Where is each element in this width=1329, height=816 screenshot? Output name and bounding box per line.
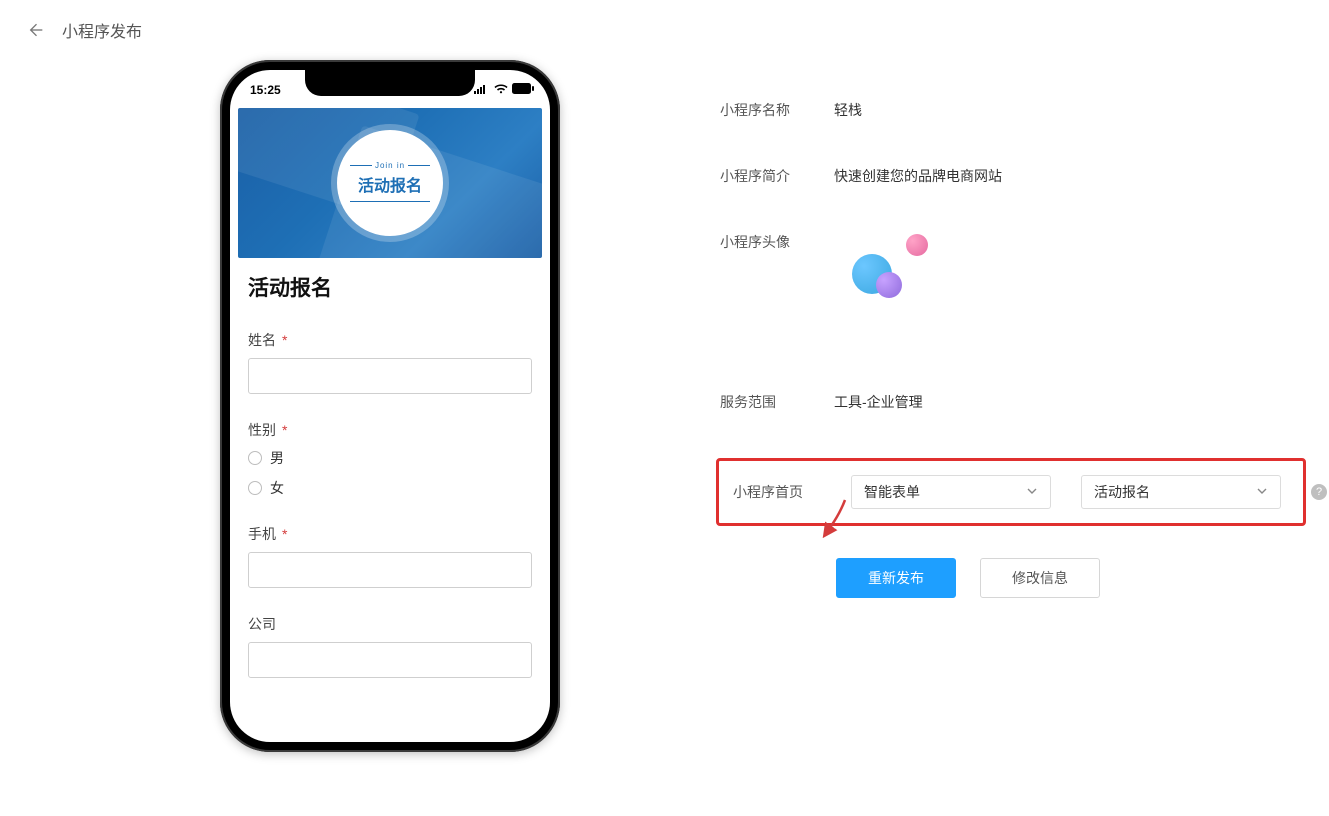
preview-field-gender-label: 性别 bbox=[248, 422, 276, 438]
preview-field-phone-label: 手机 bbox=[248, 526, 276, 542]
preview-phone-input[interactable] bbox=[248, 552, 532, 588]
info-name-label: 小程序名称 bbox=[720, 100, 834, 120]
info-scope-value: 工具-企业管理 bbox=[834, 392, 923, 412]
page-title: 小程序发布 bbox=[62, 18, 142, 42]
preview-company-input[interactable] bbox=[248, 642, 532, 678]
preview-form-heading: 活动报名 bbox=[248, 272, 532, 302]
preview-banner: Join in 活动报名 bbox=[238, 108, 542, 258]
signal-icon bbox=[474, 83, 490, 97]
phone-notch bbox=[305, 70, 475, 96]
info-homepage-label: 小程序首页 bbox=[733, 482, 851, 502]
chevron-down-icon bbox=[1256, 484, 1268, 500]
preview-name-input[interactable] bbox=[248, 358, 532, 394]
phone-preview-frame: 15:25 bbox=[220, 60, 560, 752]
status-time: 15:25 bbox=[250, 83, 281, 97]
republish-button[interactable]: 重新发布 bbox=[836, 558, 956, 598]
wifi-icon bbox=[494, 83, 508, 97]
back-arrow-icon[interactable] bbox=[24, 20, 44, 40]
homepage-select-page[interactable]: 活动报名 bbox=[1081, 475, 1281, 509]
info-desc-label: 小程序简介 bbox=[720, 166, 834, 186]
homepage-row-highlight: 小程序首页 智能表单 活动报名 ? bbox=[716, 458, 1306, 526]
info-name-value: 轻栈 bbox=[834, 100, 862, 120]
battery-icon bbox=[512, 83, 534, 97]
app-avatar bbox=[834, 232, 934, 332]
homepage-select-module-value: 智能表单 bbox=[864, 482, 920, 502]
info-avatar-label: 小程序头像 bbox=[720, 232, 834, 252]
preview-field-company-label: 公司 bbox=[248, 616, 276, 632]
info-scope-label: 服务范围 bbox=[720, 392, 834, 412]
page-header: 小程序发布 bbox=[0, 0, 1329, 60]
preview-gender-female[interactable]: 女 bbox=[248, 478, 532, 498]
banner-title: 活动报名 bbox=[358, 172, 422, 196]
banner-subtitle: Join in bbox=[372, 161, 408, 170]
chevron-down-icon bbox=[1026, 484, 1038, 500]
homepage-select-module[interactable]: 智能表单 bbox=[851, 475, 1051, 509]
homepage-select-page-value: 活动报名 bbox=[1094, 482, 1150, 502]
edit-info-button[interactable]: 修改信息 bbox=[980, 558, 1100, 598]
preview-gender-male[interactable]: 男 bbox=[248, 448, 532, 468]
info-desc-value: 快速创建您的品牌电商网站 bbox=[834, 166, 1002, 186]
preview-field-name-label: 姓名 bbox=[248, 332, 276, 348]
help-icon[interactable]: ? bbox=[1311, 484, 1327, 500]
